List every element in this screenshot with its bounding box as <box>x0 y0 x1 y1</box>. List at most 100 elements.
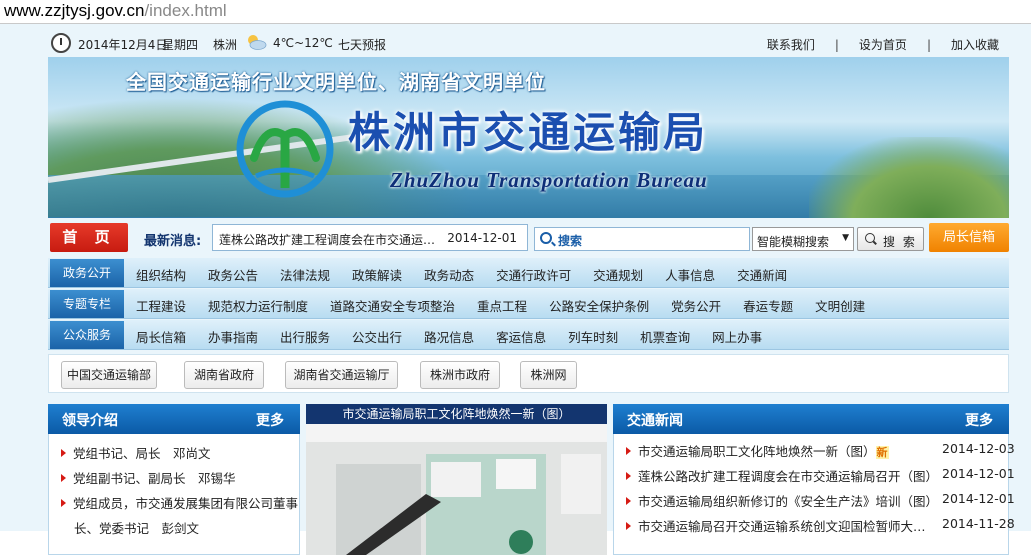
top-link-separator: | <box>926 38 931 52</box>
url-text[interactable]: www.zzjtysj.gov.cn/index.html <box>4 1 227 21</box>
search-row: 首 页 最新消息: 莲株公路改扩建工程调度会在市交通运… 2014-12-01 … <box>48 223 1009 253</box>
leaders-list: 党组书记、局长 邓尚文 党组副书记、副局长 邓锡华 党组成员，市交通发展集团有限… <box>48 434 300 555</box>
add-favorites-link[interactable]: 加入收藏 <box>951 38 999 52</box>
nav-link[interactable]: 网上办事 <box>712 330 762 345</box>
latest-news-ticker[interactable]: 莲株公路改扩建工程调度会在市交通运… 2014-12-01 <box>212 224 528 251</box>
list-item[interactable]: 党组书记、局长 邓尚文 <box>61 443 211 462</box>
news-item-date: 2014-11-28 <box>942 516 1015 531</box>
nav-link[interactable]: 法律法规 <box>280 268 330 283</box>
search-mode-value: 智能模糊搜索 <box>757 235 830 249</box>
traffic-news-panel: 交通新闻 更多 市交通运输局职工文化阵地焕然一新（图）新 2014-12-03 … <box>613 404 1015 555</box>
current-date: 2014年12月4日 <box>78 38 168 52</box>
nav-link[interactable]: 工程建设 <box>136 299 186 314</box>
photo-caption[interactable]: 市交通运输局职工文化阵地焕然一新（图） <box>306 404 607 424</box>
nav-link[interactable]: 交通新闻 <box>737 268 787 283</box>
bureau-logo-icon <box>236 100 334 198</box>
traffic-news-title: 交通新闻 <box>627 413 683 429</box>
list-item[interactable]: 党组副书记、副局长 邓锡华 <box>61 468 236 487</box>
quick-link-button[interactable]: 株洲网 <box>520 361 577 389</box>
weather-cloud-icon <box>248 35 267 50</box>
nav-link[interactable]: 局长信箱 <box>136 330 186 345</box>
latest-news-date: 2014-12-01 <box>447 231 517 245</box>
banner-slogan: 全国交通运输行业文明单位、湖南省文明单位 <box>126 70 546 94</box>
top-info-bar: 2014年12月4日 星期四 株洲 4℃~12℃ 七天预报 联系我们 | 设为首页 |… <box>48 30 1009 56</box>
nav-link[interactable]: 规范权力运行制度 <box>208 299 308 314</box>
latest-news-title[interactable]: 莲株公路改扩建工程调度会在市交通运… <box>219 231 435 248</box>
news-item[interactable]: 市交通运输局召开交通运输系统创文迎国检暂师大… <box>626 516 926 535</box>
nav-link[interactable]: 出行服务 <box>280 330 330 345</box>
quick-link-button[interactable]: 中国交通运输部 <box>61 361 157 389</box>
latest-news-label: 最新消息: <box>144 234 202 249</box>
quick-link-button[interactable]: 湖南省政府 <box>184 361 264 389</box>
news-item-date: 2014-12-03 <box>942 441 1015 456</box>
nav-link[interactable]: 组织结构 <box>136 268 186 283</box>
list-item-continuation[interactable]: 长、党委书记 彭剑文 <box>74 518 199 537</box>
weather-temperature: 4℃~12℃ <box>273 36 333 50</box>
nav-link[interactable]: 政策解读 <box>352 268 402 283</box>
nav-tag-government[interactable]: 政务公开 <box>50 259 124 287</box>
news-photo[interactable] <box>306 424 607 555</box>
nav-link[interactable]: 列车时刻 <box>568 330 618 345</box>
quick-link-button[interactable]: 株洲市政府 <box>420 361 500 389</box>
nav-link[interactable]: 政务公告 <box>208 268 258 283</box>
bullet-icon <box>626 447 631 455</box>
contact-us-link[interactable]: 联系我们 <box>767 38 815 52</box>
nav-link[interactable]: 公交出行 <box>352 330 402 345</box>
nav-link[interactable]: 文明创建 <box>815 299 865 314</box>
bullet-icon <box>61 474 66 482</box>
home-button[interactable]: 首 页 <box>50 223 128 252</box>
search-mode-select[interactable]: 智能模糊搜索 ▼ <box>752 227 854 251</box>
chevron-down-icon: ▼ <box>842 233 849 243</box>
nav-link[interactable]: 交通行政许可 <box>496 268 571 283</box>
url-path: /index.html <box>144 1 227 20</box>
bullet-icon <box>626 522 631 530</box>
nav-link[interactable]: 重点工程 <box>477 299 527 314</box>
news-item-title: 市交通运输局组织新修订的《安全生产法》培训（图） <box>638 494 939 509</box>
search-input[interactable]: 搜索 <box>534 227 750 251</box>
leaders-more-link[interactable]: 更多 <box>256 410 284 430</box>
nav-link[interactable]: 机票查询 <box>640 330 690 345</box>
traffic-news-more-link[interactable]: 更多 <box>965 410 993 430</box>
search-button[interactable]: 搜 索 <box>857 227 924 251</box>
nav-link[interactable]: 人事信息 <box>665 268 715 283</box>
nav-link[interactable]: 交通规划 <box>593 268 643 283</box>
address-bar[interactable]: www.zzjtysj.gov.cn/index.html <box>0 0 1031 24</box>
clock-icon <box>51 33 71 53</box>
set-homepage-link[interactable]: 设为首页 <box>859 38 907 52</box>
traffic-news-list: 市交通运输局职工文化阵地焕然一新（图）新 2014-12-03 莲株公路改扩建工… <box>613 434 1015 555</box>
news-item-title: 市交通运输局职工文化阵地焕然一新（图） <box>638 444 876 459</box>
search-button-label: 搜 索 <box>883 235 917 249</box>
weather-city: 株洲 <box>213 38 238 52</box>
photo-news-panel: 市交通运输局职工文化阵地焕然一新（图） <box>306 404 607 555</box>
nav-link[interactable]: 路况信息 <box>424 330 474 345</box>
site-subtitle: ZhuZhou Transportation Bureau <box>390 168 708 192</box>
nav-link[interactable]: 春运专题 <box>743 299 793 314</box>
nav-link[interactable]: 公路安全保护条例 <box>549 299 649 314</box>
bullet-icon <box>61 499 66 507</box>
news-item-date: 2014-12-01 <box>942 466 1015 481</box>
nav-tag-public[interactable]: 公众服务 <box>50 321 124 349</box>
quick-link-button[interactable]: 湖南省交通运输厅 <box>285 361 398 389</box>
news-item[interactable]: 市交通运输局职工文化阵地焕然一新（图）新 <box>626 441 889 460</box>
bullet-icon <box>61 449 66 457</box>
quick-links-bar: 中国交通运输部 湖南省政府 湖南省交通运输厅 株洲市政府 株洲网 <box>48 354 1009 393</box>
leaders-panel-header: 领导介绍 更多 <box>48 404 300 434</box>
nav-link[interactable]: 政务动态 <box>424 268 474 283</box>
top-links: 联系我们 | 设为首页 | 加入收藏 <box>767 36 999 53</box>
page: 2014年12月4日 星期四 株洲 4℃~12℃ 七天预报 联系我们 | 设为首页 |… <box>0 24 1031 555</box>
news-item-title: 莲株公路改扩建工程调度会在市交通运输局召开（图） <box>638 469 939 484</box>
director-mailbox-button[interactable]: 局长信箱 <box>929 223 1009 252</box>
nav-link[interactable]: 道路交通安全专项整治 <box>330 299 455 314</box>
search-placeholder: 搜索 <box>558 234 583 248</box>
list-item[interactable]: 党组成员，市交通发展集团有限公司董事 <box>61 493 298 512</box>
weather-forecast-link[interactable]: 七天预报 <box>338 36 386 53</box>
nav-link[interactable]: 党务公开 <box>671 299 721 314</box>
news-item[interactable]: 市交通运输局组织新修订的《安全生产法》培训（图） <box>626 491 938 510</box>
current-weekday: 星期四 <box>162 38 199 52</box>
news-item[interactable]: 莲株公路改扩建工程调度会在市交通运输局召开（图） <box>626 466 938 485</box>
nav-link[interactable]: 办事指南 <box>208 330 258 345</box>
nav-link[interactable]: 客运信息 <box>496 330 546 345</box>
nav-tag-special[interactable]: 专题专栏 <box>50 290 124 318</box>
magnifier-icon <box>865 233 875 243</box>
search-icon <box>540 232 552 244</box>
